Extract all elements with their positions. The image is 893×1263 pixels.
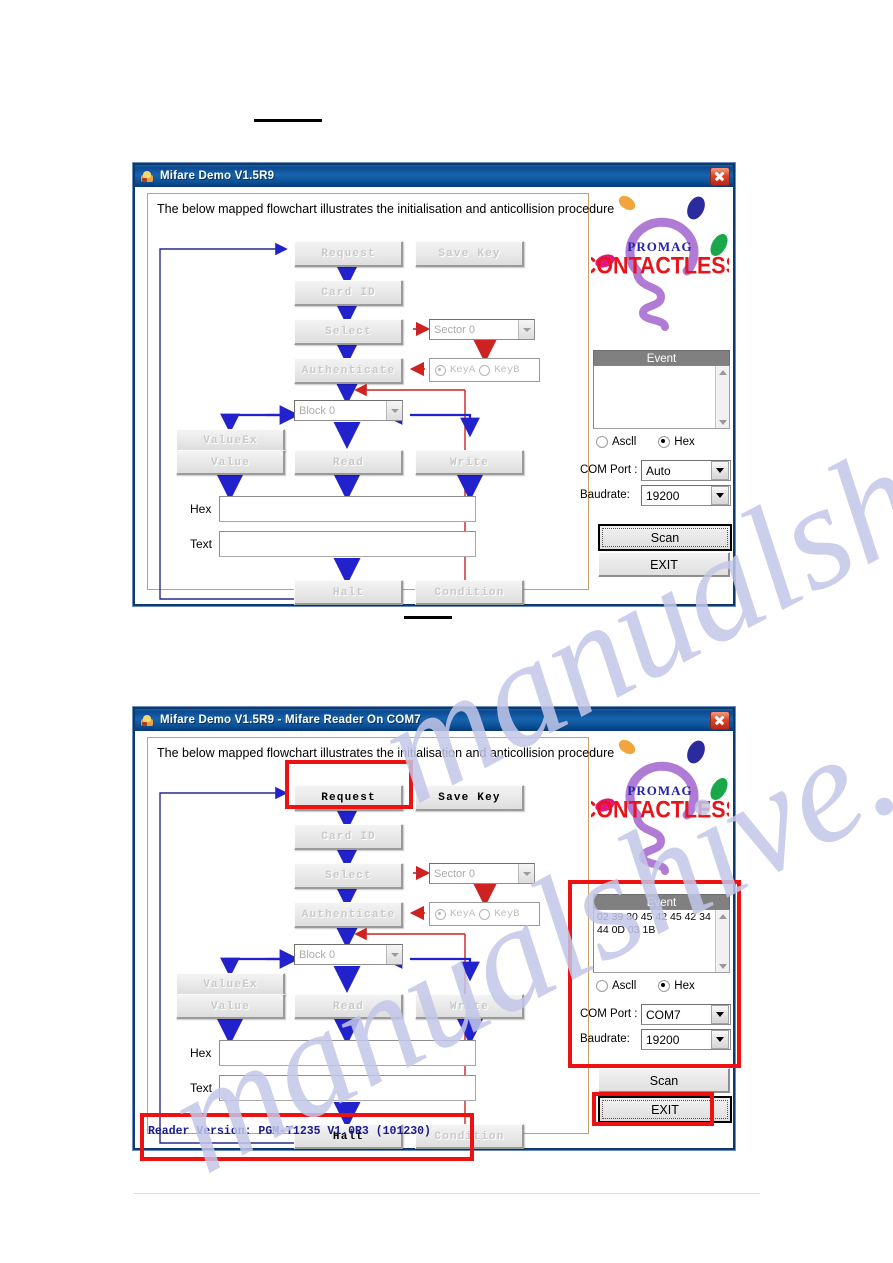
footer-divider <box>134 1193 760 1194</box>
chevron-down-icon[interactable] <box>711 461 729 480</box>
comport-select-1[interactable]: Auto <box>641 460 731 481</box>
sector-combobox-value: Sector 0 <box>434 867 475 880</box>
chevron-down-icon[interactable] <box>518 320 534 339</box>
keya-radio[interactable] <box>435 908 446 920</box>
card-id-button[interactable]: Card ID <box>294 280 403 306</box>
hex-row-label: Hex <box>190 502 212 516</box>
scroll-up-icon[interactable] <box>716 366 729 378</box>
block-combobox[interactable]: Block 0 <box>294 400 403 421</box>
block-combobox-value: Block 0 <box>299 948 336 961</box>
redaction-bar-middle <box>404 616 452 619</box>
valueex-button[interactable]: ValueEx <box>176 429 285 452</box>
chevron-down-icon[interactable] <box>386 945 402 964</box>
window1-title: Mifare Demo V1.5R9 <box>160 170 275 182</box>
chevron-down-icon[interactable] <box>711 486 729 505</box>
read-button[interactable]: Read <box>294 994 403 1019</box>
request-button[interactable]: Request <box>294 241 403 267</box>
window2-title: Mifare Demo V1.5R9 - Mifare Reader On CO… <box>160 714 421 726</box>
sector-combobox[interactable]: Sector 0 <box>429 319 535 340</box>
chevron-down-icon[interactable] <box>518 864 534 883</box>
redaction-bar-top <box>254 119 322 122</box>
key-select-panel[interactable]: KeyA KeyB <box>429 902 540 926</box>
authenticate-button[interactable]: Authenticate <box>294 358 403 384</box>
highlight-panel <box>568 880 741 1068</box>
exit-button-1[interactable]: EXIT <box>598 552 730 577</box>
mifare-demo-window-1[interactable]: Mifare Demo V1.5R9 The below mapped flow… <box>133 163 735 606</box>
baudrate-value-1: 19200 <box>646 488 680 503</box>
write-button[interactable]: Write <box>415 450 524 475</box>
close-icon[interactable] <box>710 166 730 186</box>
block-combobox[interactable]: Block 0 <box>294 944 403 965</box>
hex-radio-1[interactable] <box>658 436 671 448</box>
window2-hint-text: The below mapped flowchart illustrates t… <box>157 746 615 760</box>
halt-button[interactable]: Halt <box>294 580 403 605</box>
ascii-label-1: Ascll <box>612 436 637 448</box>
format-radio-group-1[interactable]: Ascll Hex <box>596 436 728 448</box>
promag-logo: PROMAG CONTACTLESS <box>591 193 729 345</box>
reader-version-status: Reader Version: PGM-T1235 V1.0R3 (101230… <box>148 1125 431 1138</box>
hex-input[interactable] <box>219 496 476 522</box>
baudrate-select-1[interactable]: 19200 <box>641 485 731 506</box>
condition-button[interactable]: Condition <box>415 580 524 605</box>
sector-combobox[interactable]: Sector 0 <box>429 863 535 884</box>
app-icon <box>140 713 155 728</box>
text-row-label: Text <box>190 1081 213 1095</box>
hex-radio-label-1: Hex <box>674 436 695 448</box>
scan-button-2[interactable]: Scan <box>598 1068 730 1093</box>
keyb-label: KeyB <box>494 908 520 920</box>
keya-label: KeyA <box>450 908 476 920</box>
text-input[interactable] <box>219 531 476 557</box>
write-button[interactable]: Write <box>415 994 524 1019</box>
event-scrollbar-1[interactable] <box>715 366 729 428</box>
window2-titlebar[interactable]: Mifare Demo V1.5R9 - Mifare Reader On CO… <box>135 709 733 731</box>
promag-logo: PROMAG CONTACTLESS <box>591 737 729 889</box>
key-select-panel[interactable]: KeyA KeyB <box>429 358 540 382</box>
close-icon[interactable] <box>710 710 730 730</box>
window1-client: The below mapped flowchart illustrates t… <box>135 187 733 605</box>
comport-value-1: Auto <box>646 463 671 478</box>
keya-label: KeyA <box>450 364 476 376</box>
value-button[interactable]: Value <box>176 450 285 475</box>
hex-row-label: Hex <box>190 1046 212 1060</box>
svg-text:CONTACTLESS: CONTACTLESS <box>591 251 729 279</box>
text-input[interactable] <box>219 1075 476 1101</box>
authenticate-button[interactable]: Authenticate <box>294 902 403 928</box>
chevron-down-icon[interactable] <box>386 401 402 420</box>
keyb-radio[interactable] <box>479 364 491 376</box>
keya-radio[interactable] <box>435 364 446 376</box>
valueex-button[interactable]: ValueEx <box>176 973 285 996</box>
ascii-radio-1[interactable] <box>596 436 608 448</box>
keyb-radio[interactable] <box>479 908 491 920</box>
sector-combobox-value: Sector 0 <box>434 323 475 336</box>
value-button[interactable]: Value <box>176 994 285 1019</box>
hex-input[interactable] <box>219 1040 476 1066</box>
window1-titlebar[interactable]: Mifare Demo V1.5R9 <box>135 165 733 187</box>
save-key-button[interactable]: Save Key <box>415 241 524 267</box>
baudrate-label-1: Baudrate: <box>580 489 630 501</box>
card-id-button[interactable]: Card ID <box>294 824 403 850</box>
scan-button-1[interactable]: Scan <box>598 524 732 551</box>
comport-label-1: COM Port : <box>580 464 638 476</box>
select-button[interactable]: Select <box>294 863 403 889</box>
app-icon <box>140 169 155 184</box>
text-row-label: Text <box>190 537 213 551</box>
document-page: manualshive.com manualshive.com Mifare D… <box>0 0 893 1263</box>
scan-button-label-1: Scan <box>602 528 728 547</box>
event-log-1[interactable] <box>593 365 730 429</box>
block-combobox-value: Block 0 <box>299 404 336 417</box>
highlight-exit-button <box>592 1092 714 1126</box>
scroll-down-icon[interactable] <box>716 416 729 428</box>
select-button[interactable]: Select <box>294 319 403 345</box>
read-button[interactable]: Read <box>294 450 403 475</box>
save-key-button[interactable]: Save Key <box>415 785 524 811</box>
highlight-request-button <box>285 760 413 809</box>
svg-text:CONTACTLESS: CONTACTLESS <box>591 795 729 823</box>
keyb-label: KeyB <box>494 364 520 376</box>
window1-hint-text: The below mapped flowchart illustrates t… <box>157 202 615 216</box>
